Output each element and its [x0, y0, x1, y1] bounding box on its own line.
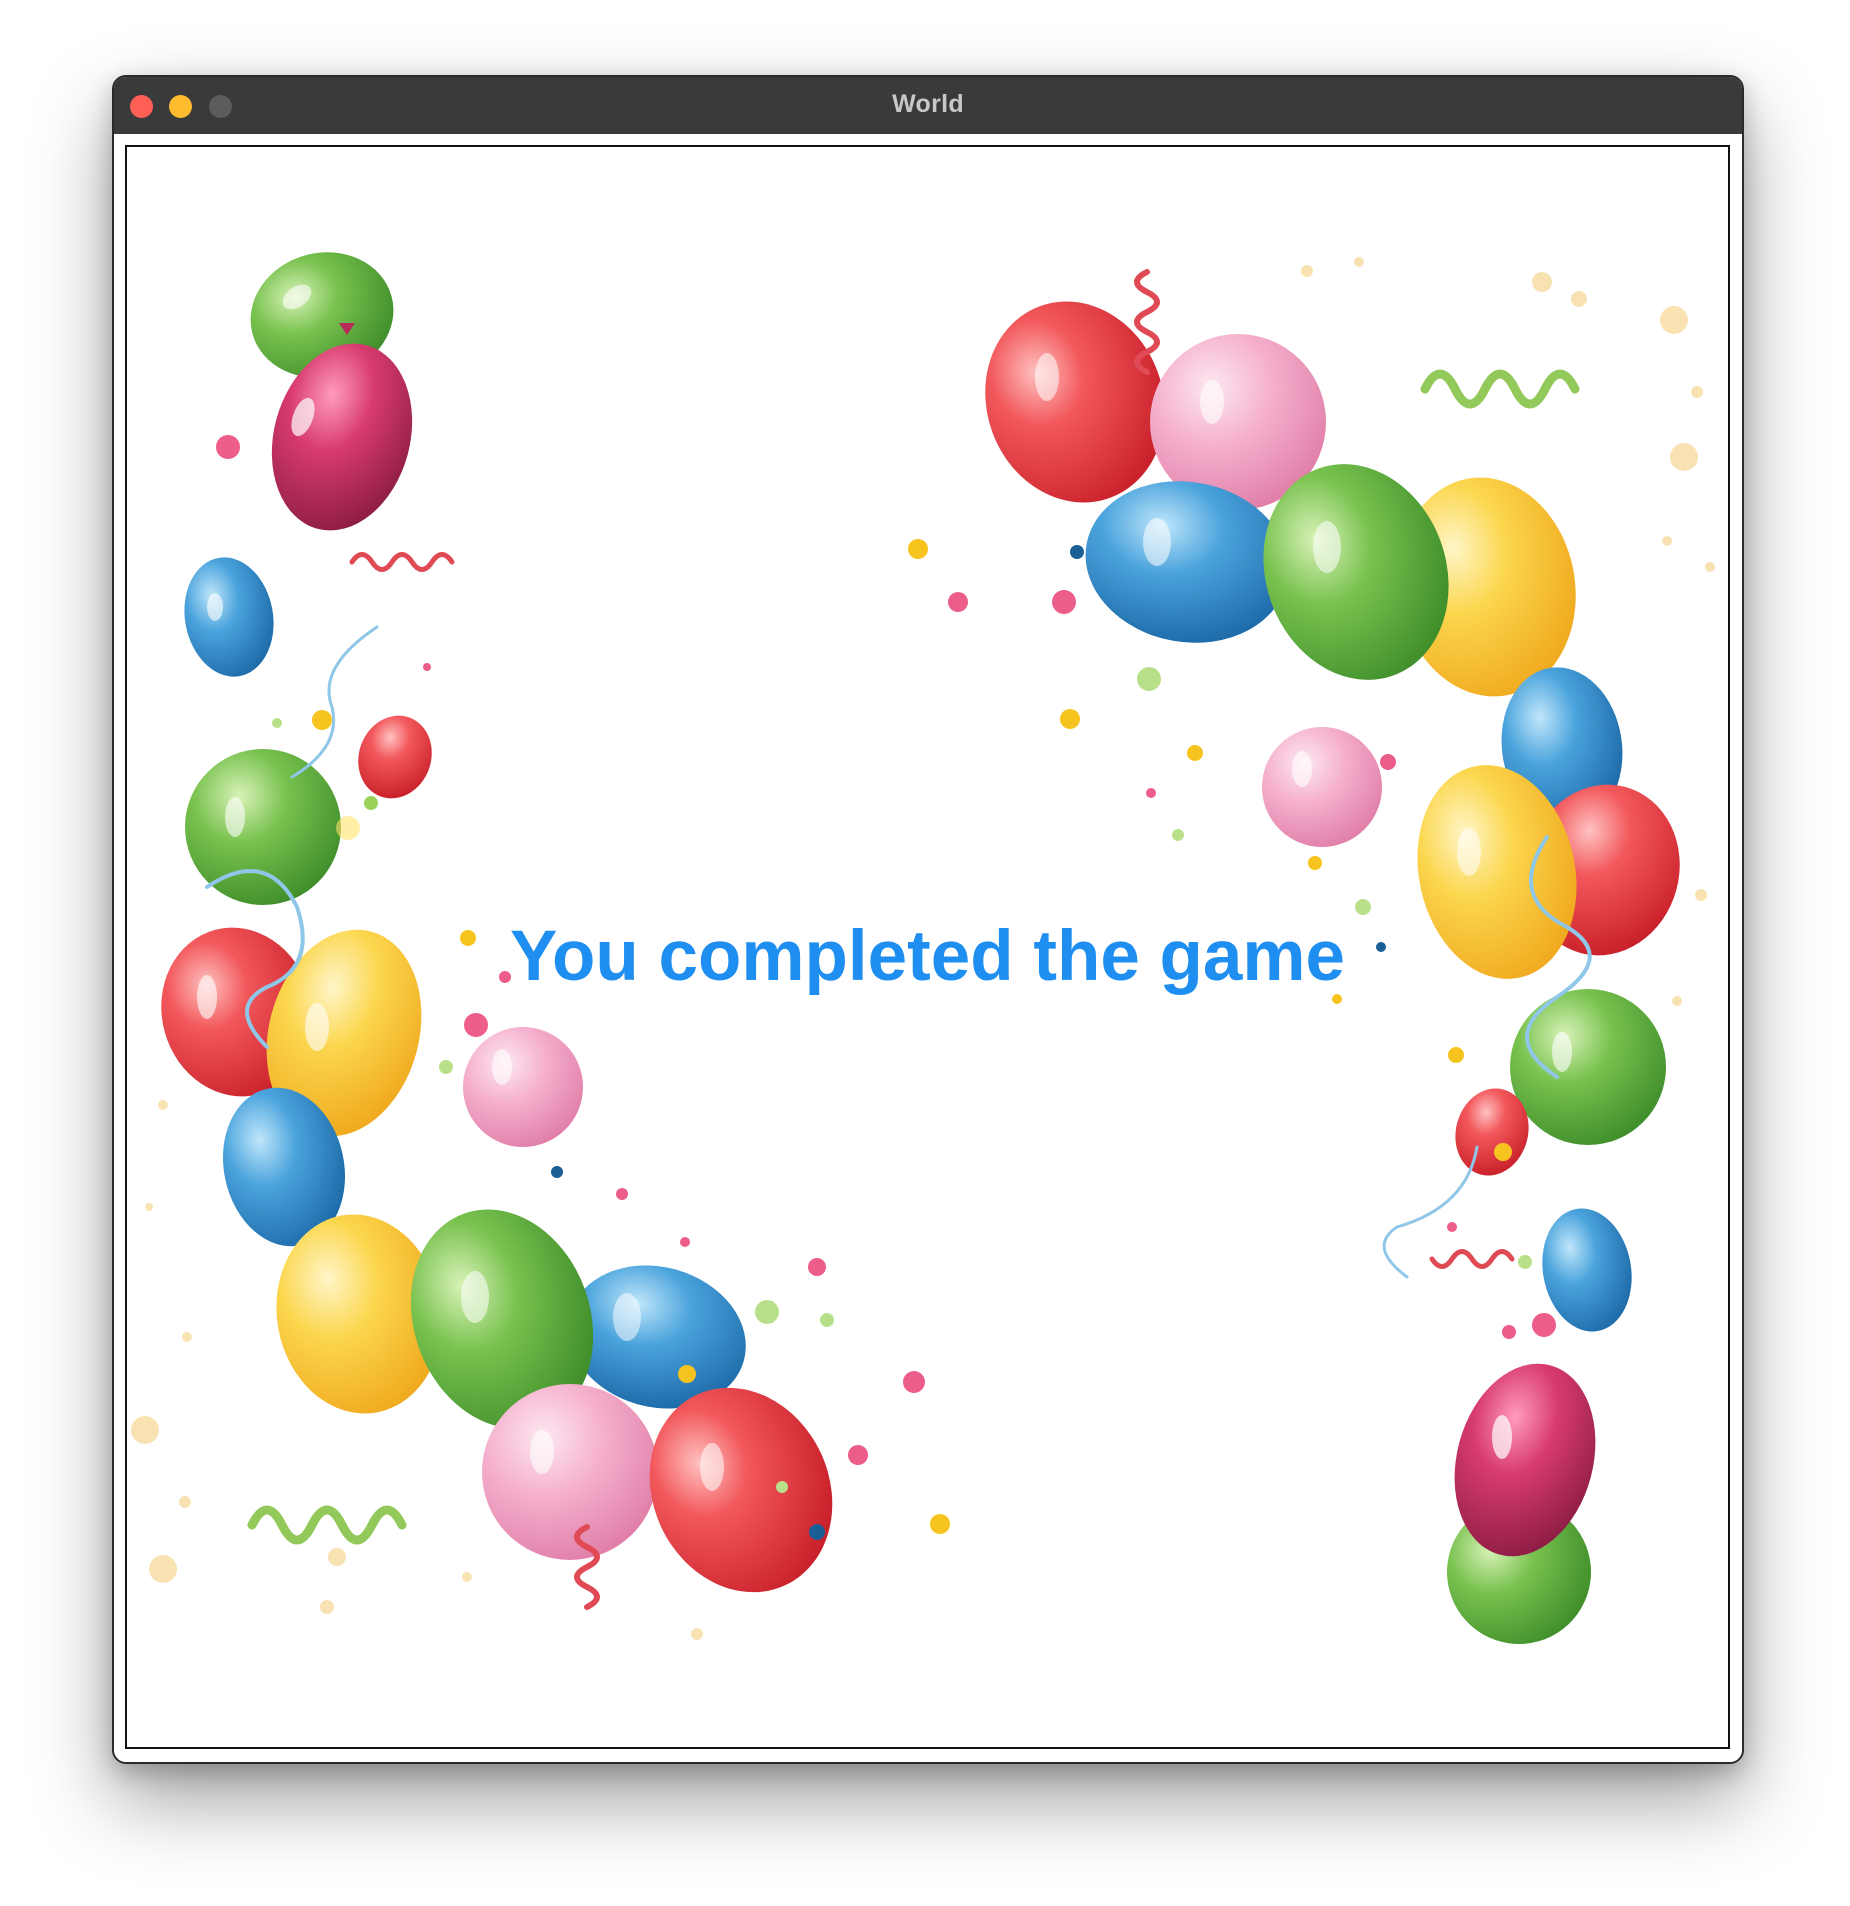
window-content: You completed the game — [114, 134, 1742, 1762]
title-bar[interactable]: World — [114, 77, 1742, 135]
balloon-red — [358, 715, 432, 799]
window-title: World — [892, 90, 964, 118]
app-window: World You completed the game — [112, 75, 1744, 1764]
balloon-pink — [463, 1027, 583, 1147]
balloon-green — [1510, 989, 1666, 1145]
balloon-pink — [1262, 727, 1382, 847]
game-canvas[interactable]: You completed the game — [125, 145, 1730, 1749]
balloon-pink — [482, 1384, 658, 1560]
balloon-green — [185, 749, 341, 905]
balloon-blue — [184, 557, 274, 677]
game-over-message: You completed the game — [509, 917, 1346, 996]
